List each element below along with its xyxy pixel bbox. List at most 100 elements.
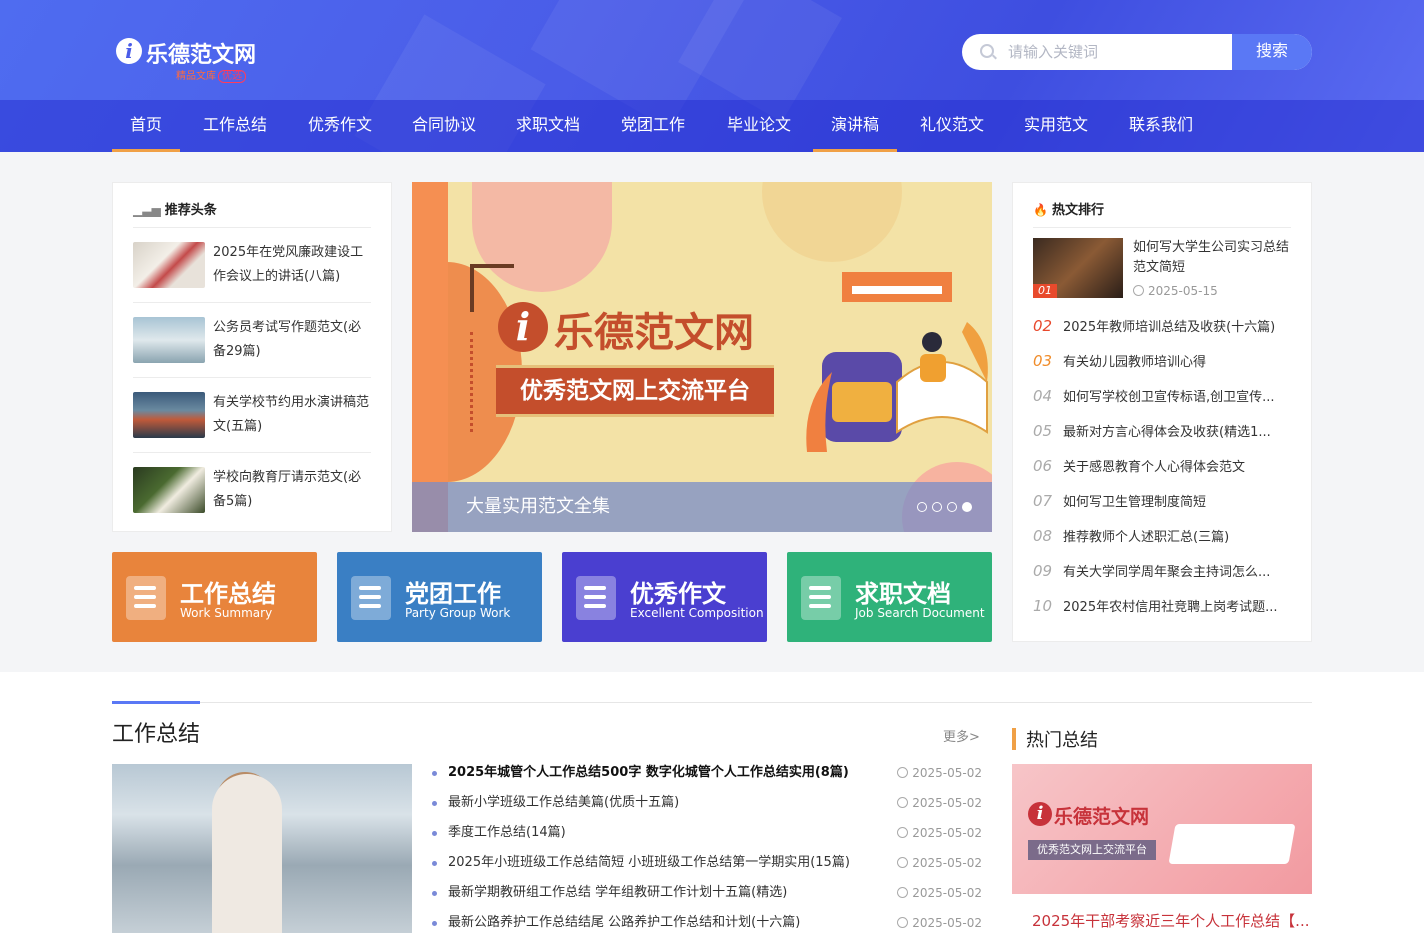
hot-list-item[interactable]: 10 2025年农村信用社竞聘上岗考试题... [1033, 589, 1293, 624]
category-card[interactable]: 优秀作文 Excellent Composition [562, 552, 767, 642]
category-title: 求职文档 [855, 580, 951, 608]
recommend-panel: ▁▃▅ 推荐头条 2025年在党风廉政建设工作会议上的讲话(八篇) 公务员考试写作… [112, 182, 392, 532]
recommend-title-text: 推荐头条 [164, 203, 217, 218]
hot-list-item[interactable]: 05 最新对方言心得体会及收获(精选1... [1033, 414, 1293, 449]
nav-item[interactable]: 毕业论文 [715, 100, 803, 152]
hot-list-item[interactable]: 06 关于感恩教育个人心得体会范文 [1033, 449, 1293, 484]
article-title: 2025年城管个人工作总结500字 数字化城管个人工作总结实用(8篇) [448, 765, 849, 780]
clock-icon [897, 797, 909, 808]
banner-caption: 大量实用范文全集 [466, 496, 610, 517]
category-icon [576, 576, 616, 620]
category-icon [801, 576, 841, 620]
recommend-item[interactable]: 2025年在党风廉政建设工作会议上的讲话(八篇) [133, 228, 371, 303]
banner-decoration [762, 182, 902, 262]
nav-item[interactable]: 求职文档 [504, 100, 592, 152]
recommend-item[interactable]: 学校向教育厅请示范文(必备5篇) [133, 453, 371, 528]
nav-item[interactable]: 优秀作文 [296, 100, 384, 152]
nav-item[interactable]: 礼仪范文 [908, 100, 996, 152]
section-photo[interactable] [112, 764, 412, 933]
hot-item-title: 如何写卫生管理制度简短 [1063, 495, 1207, 510]
illus-book-stack [852, 286, 942, 294]
hot-list-item[interactable]: 09 有关大学同学周年聚会主持词怎么... [1033, 554, 1293, 589]
category-subtitle: Excellent Composition [630, 606, 764, 620]
clock-icon [897, 887, 909, 898]
category-card[interactable]: 党团工作 Party Group Work [337, 552, 542, 642]
carousel-dot[interactable] [947, 502, 957, 512]
carousel-dot-active[interactable] [962, 502, 972, 512]
side-title-bar [1012, 728, 1016, 750]
category-icon [126, 576, 166, 620]
hot-list-item[interactable]: 04 如何写学校创卫宣传标语,创卫宣传... [1033, 379, 1293, 414]
category-subtitle: Party Group Work [405, 606, 511, 620]
hot-rank-number: 09 [1033, 562, 1053, 580]
article-row[interactable]: 最新公路养护工作总结结尾 公路养护工作总结和计划(十六篇) 2025-05-02 [432, 908, 982, 933]
hot-item-title: 推荐教师个人述职汇总(三篇) [1063, 530, 1230, 545]
logo-tag: 优选 [218, 70, 246, 83]
bullet-icon [432, 861, 437, 866]
banner-decoration [470, 264, 514, 268]
hot-rank-number: 05 [1033, 422, 1053, 440]
banner-illustration [806, 272, 988, 452]
banner-decoration [470, 332, 474, 432]
hero-banner[interactable]: i 乐德范文网 优秀范文网上交流平台 大量实用范文全集 [412, 182, 992, 532]
category-title: 工作总结 [180, 580, 276, 608]
clock-icon [1133, 285, 1144, 296]
article-row[interactable]: 2025年城管个人工作总结500字 数字化城管个人工作总结实用(8篇) 2025-… [432, 758, 982, 788]
carousel-dot[interactable] [932, 502, 942, 512]
side-banner-logo: 乐德范文网 [1054, 806, 1150, 828]
category-subtitle: Work Summary [180, 606, 273, 620]
hot-title-text: 热文排行 [1051, 203, 1104, 218]
hot-title: 🔥 热文排行 [1033, 199, 1104, 218]
hot-list-item[interactable]: 08 推荐教师个人述职汇总(三篇) [1033, 519, 1293, 554]
recommend-item[interactable]: 公务员考试写作题范文(必备29篇) [133, 303, 371, 378]
carousel-dot[interactable] [917, 502, 927, 512]
nav-item[interactable]: 联系我们 [1116, 100, 1206, 152]
hot-rank-number: 08 [1033, 527, 1053, 545]
nav-item[interactable]: 党团工作 [609, 100, 697, 152]
nav-item[interactable]: 首页 [112, 100, 180, 152]
nav-item[interactable]: 实用范文 [1012, 100, 1100, 152]
search-icon [980, 44, 994, 58]
article-title: 最新公路养护工作总结结尾 公路养护工作总结和计划(十六篇) [448, 915, 801, 930]
illus-backpack [832, 382, 892, 422]
banner-decoration [472, 182, 612, 292]
bullet-icon [432, 891, 437, 896]
article-date-text: 2025-05-02 [912, 796, 982, 810]
article-title: 最新学期教研组工作总结 学年组教研工作计划十五篇(精选) [448, 885, 788, 900]
more-link[interactable]: 更多> [943, 726, 980, 745]
category-card[interactable]: 求职文档 Job Search Document [787, 552, 992, 642]
category-card[interactable]: 工作总结 Work Summary [112, 552, 317, 642]
side-banner[interactable]: i 乐德范文网 优秀范文网上交流平台 [1012, 764, 1312, 894]
search-input[interactable] [1008, 34, 1228, 70]
nav-item[interactable]: 合同协议 [400, 100, 488, 152]
hot-first-item[interactable]: 01 如何写大学生公司实习总结范文简短 2025-05-15 [1033, 238, 1293, 302]
nav-item[interactable]: 工作总结 [190, 100, 280, 152]
side-caption[interactable]: 2025年干部考察近三年个人工作总结【... [1032, 910, 1309, 931]
article-row[interactable]: 最新小学班级工作总结美篇(优质十五篇) 2025-05-02 [432, 788, 982, 818]
article-title: 季度工作总结(14篇) [448, 825, 566, 840]
category-subtitle: Job Search Document [855, 606, 985, 620]
article-row[interactable]: 最新学期教研组工作总结 学年组教研工作计划十五篇(精选) 2025-05-02 [432, 878, 982, 908]
hot-list-item[interactable]: 07 如何写卫生管理制度简短 [1033, 484, 1293, 519]
bullet-icon [432, 801, 437, 806]
search-button[interactable]: 搜索 [1232, 34, 1312, 70]
logo-sub-text: 精品文库 [176, 71, 216, 82]
article-row[interactable]: 季度工作总结(14篇) 2025-05-02 [432, 818, 982, 848]
article-date-text: 2025-05-02 [912, 916, 982, 930]
hot-list-item[interactable]: 02 2025年教师培训总结及收获(十六篇) [1033, 309, 1293, 344]
clock-icon [897, 857, 909, 868]
hot-item-title: 2025年教师培训总结及收获(十六篇) [1063, 320, 1276, 335]
category-title: 党团工作 [405, 580, 501, 608]
article-date: 2025-05-02 [897, 908, 982, 933]
nav-item[interactable]: 演讲稿 [813, 100, 897, 152]
site-logo[interactable]: i 乐德范文网 精品文库 优选 [114, 34, 274, 84]
hot-list-item[interactable]: 03 有关幼儿园教师培训心得 [1033, 344, 1293, 379]
recommend-item[interactable]: 有关学校节约用水演讲稿范文(五篇) [133, 378, 371, 453]
bullet-icon [432, 921, 437, 926]
bullet-icon [432, 831, 437, 836]
hot-first-date: 2025-05-15 [1133, 284, 1218, 298]
site-header: i 乐德范文网 精品文库优选 搜索 首页工作总结优秀作文合同协议求职文档党团工作… [0, 0, 1424, 152]
hot-rank-number: 07 [1033, 492, 1053, 510]
recommend-item-title: 有关学校节约用水演讲稿范文(五篇) [213, 395, 370, 434]
article-row[interactable]: 2025年小班班级工作总结简短 小班班级工作总结第一学期实用(15篇) 2025-… [432, 848, 982, 878]
